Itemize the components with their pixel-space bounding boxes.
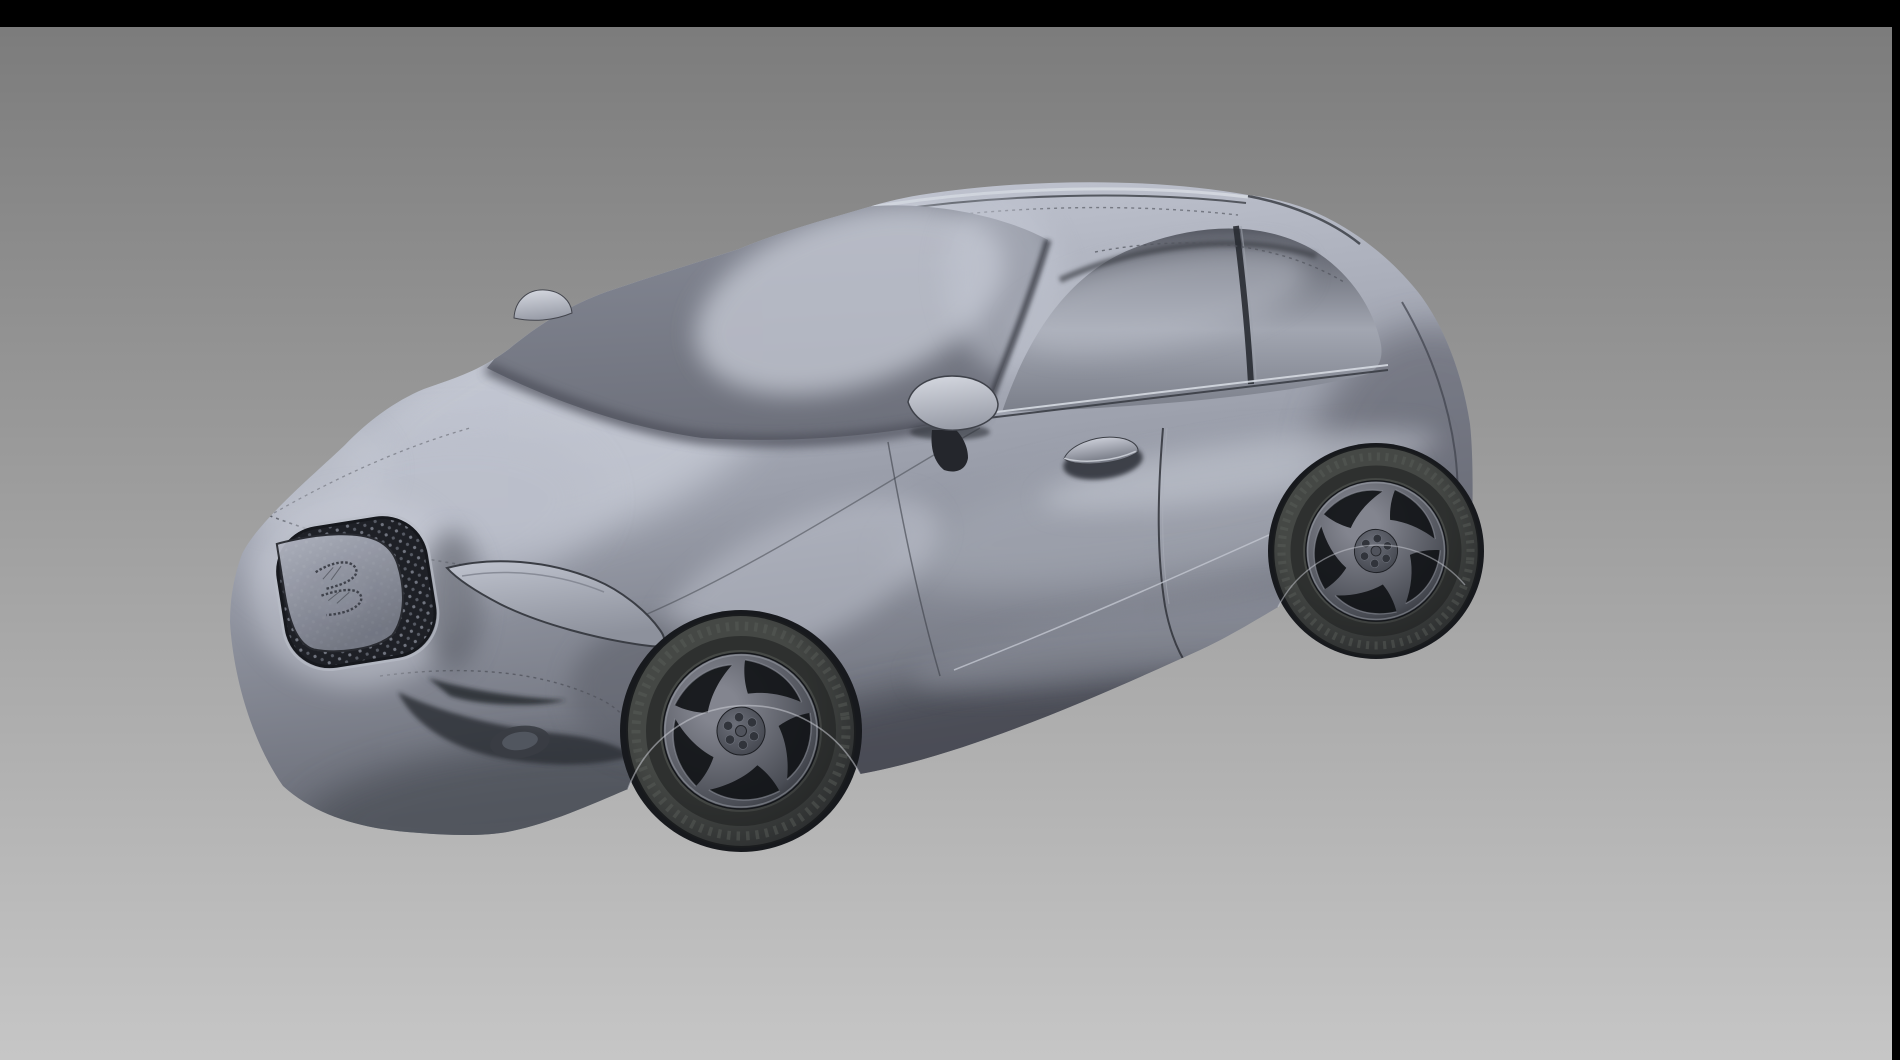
right-letterbox-bar xyxy=(1892,0,1900,1060)
cad-viewport-window xyxy=(0,0,1900,1060)
front-grille xyxy=(268,508,445,677)
viewport-3d[interactable] xyxy=(0,0,1900,1060)
top-letterbox-bar xyxy=(0,0,1900,27)
